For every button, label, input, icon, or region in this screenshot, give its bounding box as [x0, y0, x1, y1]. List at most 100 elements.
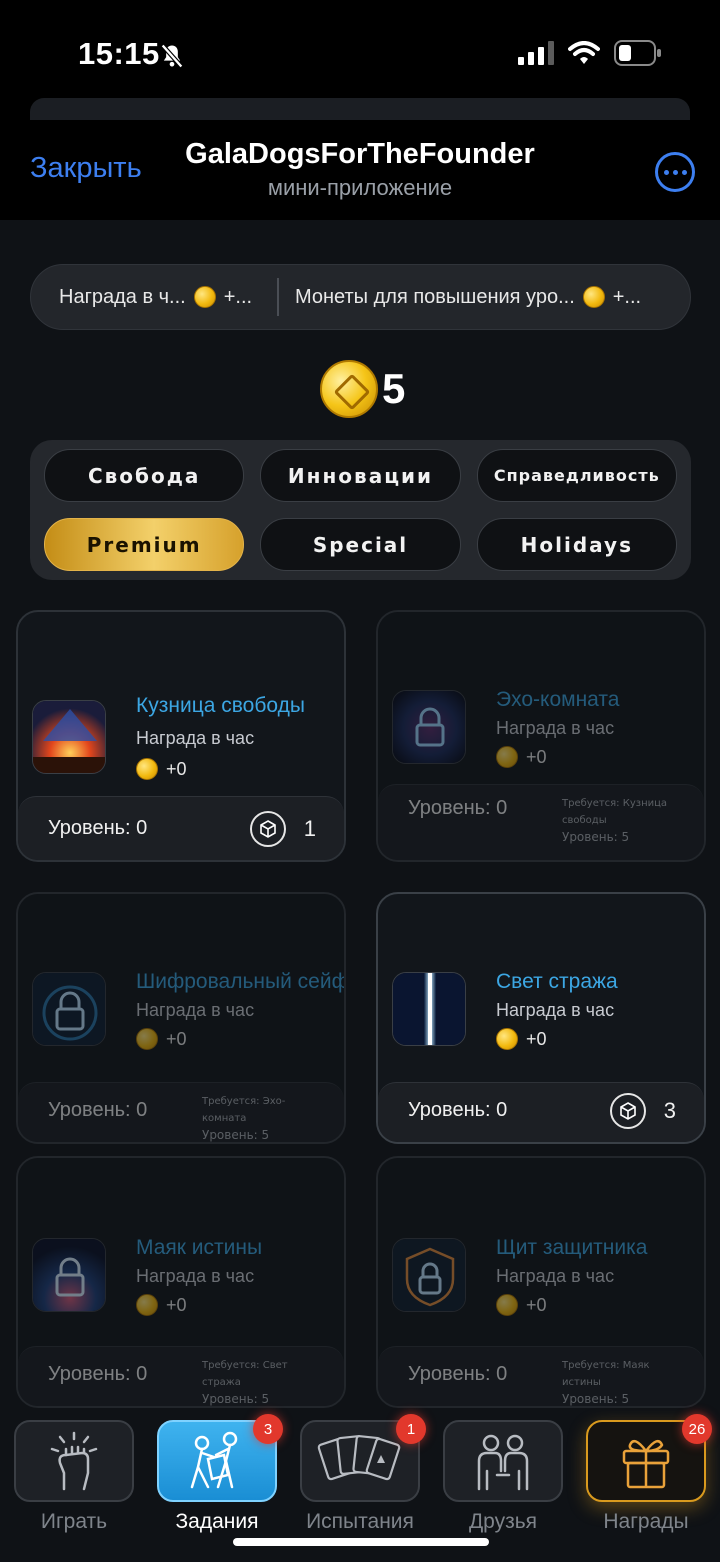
upgrade-card-forge[interactable]: Кузница свободы Награда в час +0 Уровень…	[16, 610, 346, 862]
nav-tasks-label: Задания	[175, 1510, 259, 1533]
reward-value: +0	[526, 746, 547, 767]
cost-value: 3	[663, 1098, 676, 1123]
hourly-reward-label: Награда в ч...	[59, 285, 186, 308]
requirement-level: Уровень: 5	[562, 1392, 630, 1406]
requirement-level: Уровень: 5	[562, 830, 630, 844]
sheet-edge	[30, 98, 690, 120]
card-reward: +0	[136, 1028, 187, 1050]
shield-lock-icon	[393, 1239, 465, 1311]
reward-value: +0	[526, 1294, 547, 1315]
reward-value: +0	[166, 758, 187, 779]
card-footer: Уровень: 0 Требуется: Эхо-комната Уровен…	[18, 1082, 344, 1142]
lock-icon	[33, 973, 105, 1045]
coin-icon	[582, 286, 605, 308]
requirement-text: Требуется: Эхо-комната Уровень: 5	[202, 1093, 312, 1142]
coin-icon	[496, 1028, 518, 1050]
echo-room-image	[392, 690, 466, 764]
tab-spravedlivost[interactable]: Справедливость	[476, 449, 677, 502]
card-reward: +0	[136, 1294, 187, 1316]
upgrade-cost[interactable]: 1	[249, 811, 316, 847]
reward-value: +0	[166, 1028, 187, 1049]
card-title: Эхо-комната	[496, 688, 620, 711]
upgrade-card-defender-shield[interactable]: Щит защитника Награда в час +0 Уровень: …	[376, 1156, 706, 1408]
upgrade-card-truth-beacon[interactable]: Маяк истины Награда в час +0 Уровень: 0 …	[16, 1156, 346, 1408]
card-subtitle: Награда в час	[496, 1000, 615, 1020]
light-beam-icon	[393, 973, 465, 1045]
card-footer: Уровень: 0 Требуется: Кузница свободы Ур…	[378, 784, 704, 860]
upgrade-card-cipher-safe[interactable]: Шифровальный сейф Награда в час +0 Урове…	[16, 892, 346, 1144]
cipher-safe-image	[32, 972, 106, 1046]
requirement-label: Требуется: Кузница свободы	[562, 798, 668, 826]
defender-shield-image	[392, 1238, 466, 1312]
card-reward: +0	[496, 1294, 547, 1316]
requirement-label: Требуется: Свет стража	[202, 1360, 288, 1388]
app-title: GalaDogsForTheFounder	[185, 138, 535, 170]
rewards-badge: 26	[682, 1414, 712, 1444]
tab-innovatsii[interactable]: Инновации	[260, 449, 461, 502]
coin-balance: 5	[320, 360, 405, 418]
battery-icon	[614, 40, 661, 66]
nav-play-label: Играть	[40, 1510, 108, 1533]
status-time: 15:15	[78, 36, 160, 71]
card-footer: Уровень: 0 1	[18, 796, 344, 860]
dot-icon	[681, 169, 687, 175]
coin-icon	[136, 758, 158, 780]
card-subtitle: Награда в час	[136, 1266, 255, 1286]
tasks-badge: 3	[253, 1414, 283, 1444]
card-subtitle: Награда в час	[496, 1266, 615, 1286]
lock-icon	[393, 691, 465, 763]
balance-value: 5	[382, 365, 406, 412]
requirement-label: Требуется: Эхо-комната	[202, 1096, 286, 1124]
card-subtitle: Награда в час	[136, 728, 255, 748]
upgrade-coins-value: +...	[612, 285, 642, 308]
divider	[277, 278, 279, 316]
nav-tasks[interactable]: 3	[157, 1414, 283, 1502]
requirement-level: Уровень: 5	[202, 1392, 270, 1406]
tab-premium[interactable]: Premium	[44, 518, 245, 571]
tab-special[interactable]: Special	[260, 518, 461, 571]
cost-value: 1	[303, 816, 316, 841]
card-subtitle: Награда в час	[496, 718, 615, 738]
requirement-text: Требуется: Кузница свободы Уровень: 5	[562, 795, 672, 846]
level-label: Уровень: 0	[48, 1363, 148, 1385]
tab-holidays[interactable]: Holidays	[476, 518, 677, 571]
nav-friends-label: Друзья	[468, 1510, 538, 1533]
nav-rewards-label: Награды	[603, 1510, 689, 1533]
coin-icon	[320, 360, 378, 418]
top-bar: 15:15 Закрыть GalaDogsForTheFounder мини…	[0, 0, 720, 220]
requirement-text: Требуется: Маяк истины Уровень: 5	[562, 1357, 672, 1406]
cube-icon	[609, 1093, 646, 1129]
coin-icon	[496, 1294, 518, 1316]
hourly-reward-info: Награда в ч... +...	[31, 286, 277, 309]
upgrade-card-guardian-light[interactable]: Свет стража Награда в час +0 Уровень: 0 …	[376, 892, 706, 1144]
card-subtitle: Награда в час	[136, 1000, 255, 1020]
income-info-bar: Награда в ч... +... Монеты для повышения…	[30, 264, 691, 330]
fist-icon	[50, 1431, 98, 1491]
level-label: Уровень: 0	[48, 817, 148, 839]
requirement-text: Требуется: Свет стража Уровень: 5	[202, 1357, 312, 1406]
dot-icon	[672, 169, 678, 175]
tab-svoboda[interactable]: Свобода	[44, 449, 245, 502]
nav-challenges[interactable]: 1	[300, 1414, 426, 1502]
level-label: Уровень: 0	[408, 1363, 508, 1385]
requirement-level: Уровень: 5	[202, 1128, 270, 1142]
truth-beacon-image	[32, 1238, 106, 1312]
more-options-button[interactable]	[655, 152, 695, 192]
friends-icon	[477, 1434, 529, 1491]
card-footer: Уровень: 0 Требуется: Маяк истины Уровен…	[378, 1346, 704, 1406]
wifi-icon	[568, 41, 600, 64]
gift-icon	[622, 1439, 670, 1489]
upgrade-card-echo-room[interactable]: Эхо-комната Награда в час +0 Уровень: 0 …	[376, 610, 706, 862]
card-footer: Уровень: 0 3	[378, 1082, 704, 1142]
nav-challenges-label: Испытания	[306, 1510, 414, 1533]
upgrade-coins-label: Монеты для повышения уро...	[295, 285, 575, 308]
forge-image	[32, 700, 106, 774]
app-subtitle: мини-приложение	[267, 175, 453, 200]
reward-value: +0	[166, 1294, 187, 1315]
nav-friends[interactable]	[443, 1420, 563, 1502]
nav-rewards[interactable]: 26	[586, 1414, 712, 1502]
nav-play[interactable]	[14, 1420, 134, 1502]
cube-icon	[249, 811, 286, 847]
upgrade-cost[interactable]: 3	[609, 1093, 676, 1129]
coin-icon	[496, 746, 518, 768]
